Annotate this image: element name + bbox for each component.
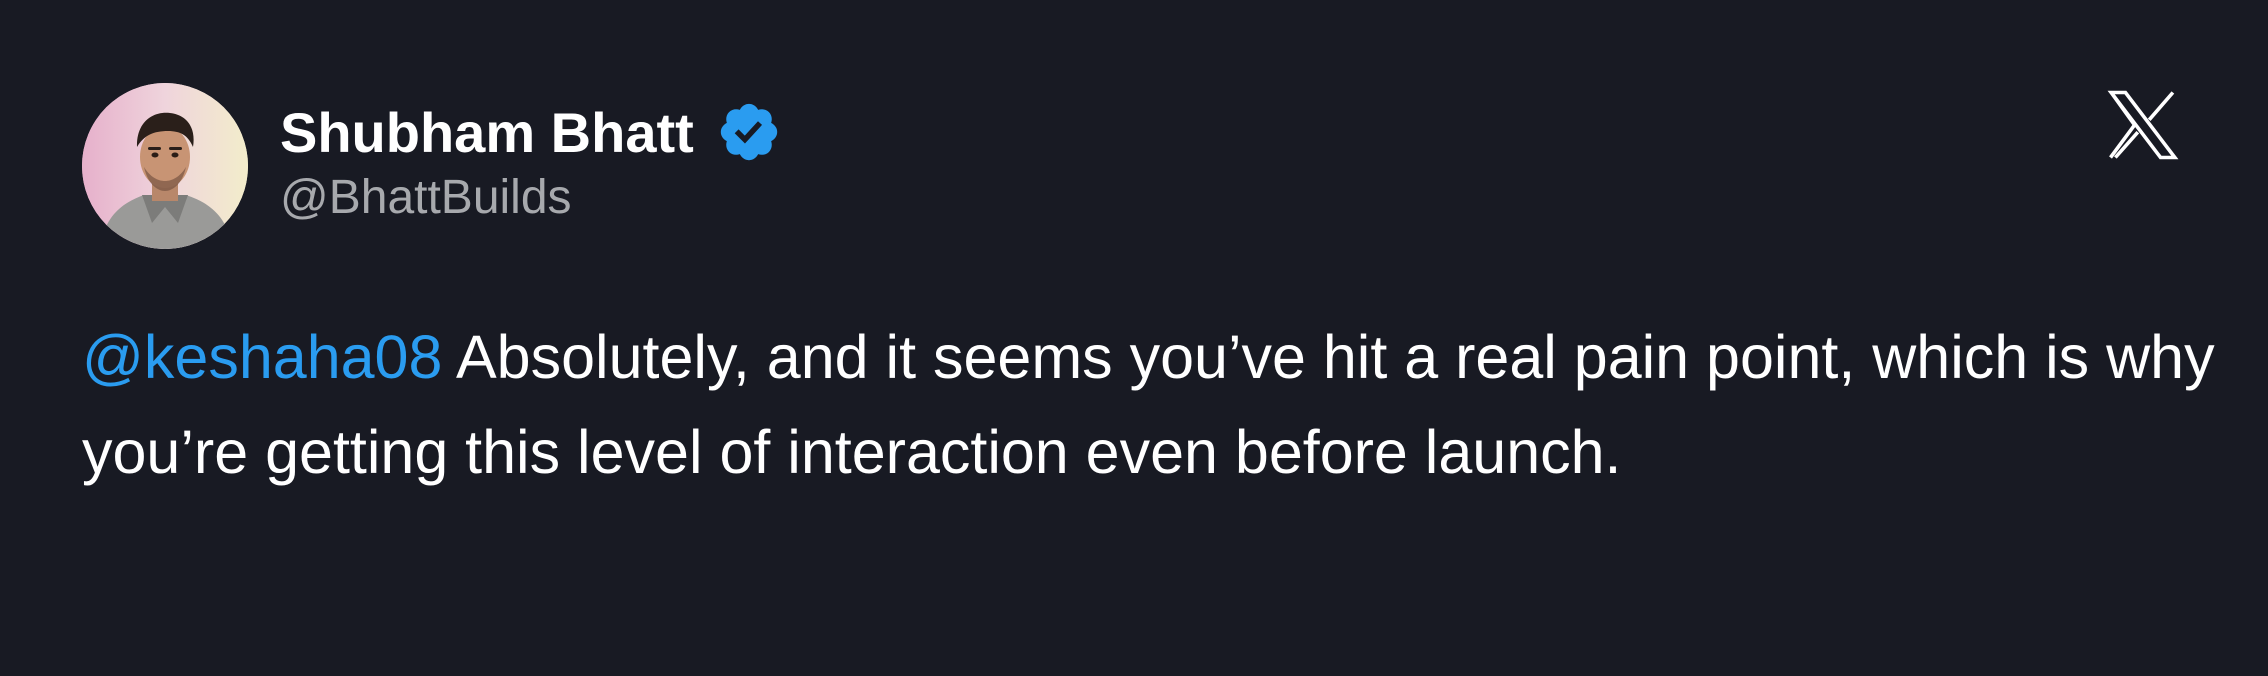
author-handle[interactable]: @BhattBuilds <box>280 170 572 225</box>
x-logo-icon[interactable] <box>2104 86 2182 164</box>
tweet-card: Shubham Bhatt @BhattBuilds @keshaha08 Ab… <box>0 0 2268 676</box>
tweet-text: @keshaha08 Absolutely, and it seems you’… <box>82 310 2222 500</box>
author-name-row: Shubham Bhatt <box>280 96 782 168</box>
author-display-name[interactable]: Shubham Bhatt <box>280 100 694 165</box>
profile-photo <box>82 83 248 249</box>
verified-badge-icon <box>720 103 777 161</box>
mention-link[interactable]: @keshaha08 <box>82 323 442 391</box>
avatar[interactable] <box>82 83 248 249</box>
